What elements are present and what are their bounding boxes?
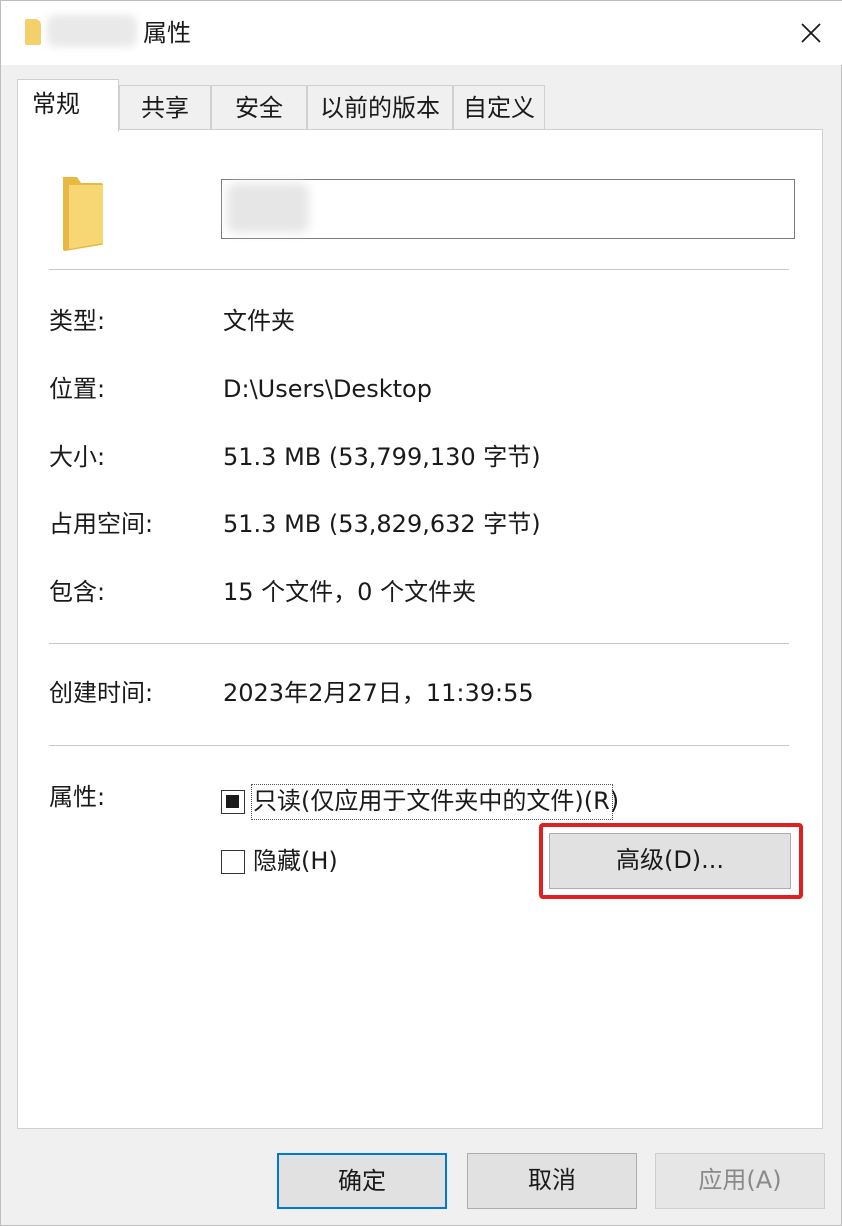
divider bbox=[49, 643, 789, 644]
type-value: 文件夹 bbox=[223, 307, 295, 335]
divider bbox=[49, 269, 789, 270]
size-on-disk-value: 51.3 MB (53,829,632 字节) bbox=[223, 510, 541, 538]
properties-dialog: 属性 常规 共享 安全 以前的版本 自定义 类型: 文件夹 位置: D:\Use… bbox=[0, 0, 842, 1226]
tab-general[interactable]: 常规 bbox=[17, 79, 119, 132]
contains-value: 15 个文件，0 个文件夹 bbox=[223, 578, 477, 606]
hidden-label[interactable]: 隐藏(H) bbox=[253, 845, 338, 877]
hidden-checkbox[interactable] bbox=[221, 850, 245, 874]
readonly-label[interactable]: 只读(仅应用于文件夹中的文件)(R) bbox=[253, 785, 619, 817]
apply-button[interactable]: 应用(A) bbox=[655, 1153, 825, 1209]
tab-security[interactable]: 安全 bbox=[211, 85, 307, 131]
close-button[interactable] bbox=[779, 1, 842, 65]
size-label: 大小: bbox=[49, 443, 106, 471]
tab-sharing[interactable]: 共享 bbox=[119, 85, 211, 131]
highlight-box bbox=[539, 823, 803, 899]
folder-icon bbox=[63, 177, 103, 251]
title-bar: 属性 bbox=[1, 1, 842, 65]
blurred-folder-name bbox=[227, 183, 309, 233]
blurred-folder-name bbox=[47, 15, 137, 47]
size-on-disk-label: 占用空间: bbox=[49, 510, 154, 538]
created-label: 创建时间: bbox=[49, 679, 154, 707]
tab-previous-versions[interactable]: 以前的版本 bbox=[307, 85, 453, 131]
cancel-button[interactable]: 取消 bbox=[467, 1153, 637, 1209]
ok-button[interactable]: 确定 bbox=[277, 1153, 447, 1209]
contains-label: 包含: bbox=[49, 578, 106, 606]
location-value: D:\Users\Desktop bbox=[223, 375, 432, 403]
folder-icon bbox=[25, 19, 41, 45]
size-value: 51.3 MB (53,799,130 字节) bbox=[223, 443, 541, 471]
window-title: 属性 bbox=[143, 19, 191, 47]
tab-customize[interactable]: 自定义 bbox=[453, 85, 545, 131]
divider bbox=[49, 745, 789, 746]
close-icon bbox=[801, 23, 821, 43]
location-label: 位置: bbox=[49, 375, 106, 403]
readonly-checkbox[interactable] bbox=[221, 790, 245, 814]
type-label: 类型: bbox=[49, 307, 106, 335]
created-value: 2023年2月27日，11:39:55 bbox=[223, 679, 534, 707]
attributes-label: 属性: bbox=[49, 783, 106, 811]
general-tab-panel bbox=[17, 129, 823, 1129]
